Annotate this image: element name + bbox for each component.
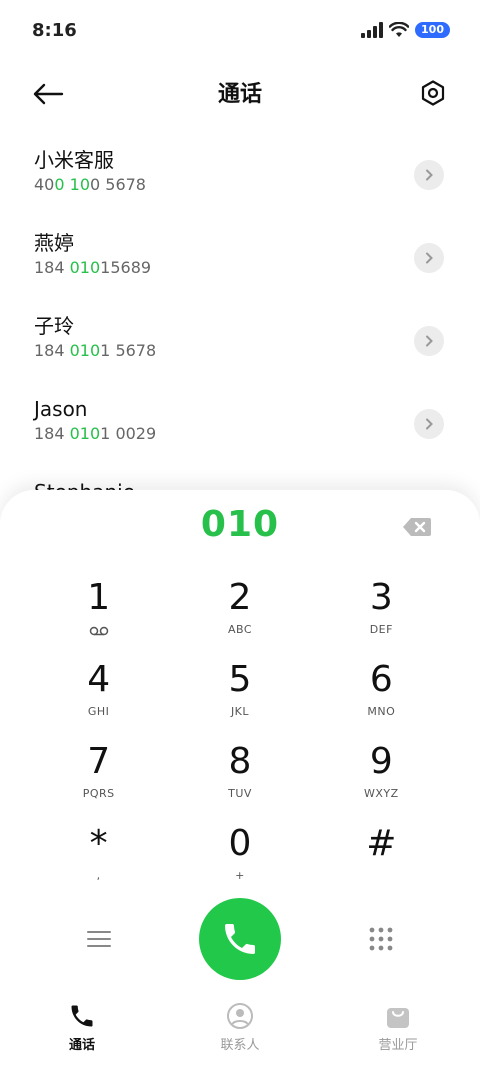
contact-row[interactable]: Jason 184 0101 0029 xyxy=(0,389,480,472)
menu-icon xyxy=(87,931,111,947)
keypad-toggle-button[interactable] xyxy=(368,926,394,952)
phone-icon xyxy=(225,924,255,954)
key-letters: TUV xyxy=(228,787,252,800)
key-digit: 4 xyxy=(87,659,111,700)
signal-icon xyxy=(361,22,384,38)
contact-number: 184 0101 0029 xyxy=(34,424,157,443)
nav-label: 营业厅 xyxy=(378,1038,418,1053)
voicemail-icon xyxy=(89,626,108,636)
contact-number: 184 01015689 xyxy=(34,258,152,277)
chevron-right-icon xyxy=(426,418,433,430)
dial-pad-panel: 010 1 2 ABC 3 DEF 4 GHI 5 JKL 6 MNO 7 PQ… xyxy=(0,490,480,1067)
key-4[interactable]: 4 GHI xyxy=(28,658,169,736)
bottom-nav: 通话 联系人 营业厅 xyxy=(0,1000,480,1067)
key-9[interactable]: 9 WXYZ xyxy=(311,740,452,818)
contact-name: 子玲 xyxy=(34,314,74,338)
key-digit: 3 xyxy=(369,577,393,618)
status-icons: 100 xyxy=(361,22,450,38)
contact-row[interactable]: 小米客服 400 100 5678 xyxy=(0,140,480,223)
status-bar: 8:16 100 xyxy=(0,0,480,60)
backspace-button[interactable] xyxy=(402,516,432,538)
key-digit: 0 xyxy=(228,823,252,864)
key-digit: 7 xyxy=(87,741,111,782)
contact-row[interactable]: 子玲 184 0101 5678 xyxy=(0,306,480,389)
contact-name: 小米客服 xyxy=(34,148,114,172)
key-letters: PQRS xyxy=(82,787,115,800)
key-letters: JKL xyxy=(230,705,250,718)
nav-contacts[interactable]: 联系人 xyxy=(190,1002,290,1053)
key-letters: WXYZ xyxy=(363,787,399,800)
key-8[interactable]: 8 TUV xyxy=(169,740,310,818)
chevron-right-icon xyxy=(426,169,433,181)
page-title: 通话 xyxy=(217,82,262,107)
call-button[interactable] xyxy=(199,898,281,980)
key-letters: ABC xyxy=(227,623,253,636)
phone-screen: 8:16 100 通话 小米客服 400 100 5678 燕婷 184 010… xyxy=(0,0,480,1067)
key-6[interactable]: 6 MNO xyxy=(311,658,452,736)
contact-number: 184 0101 5678 xyxy=(34,341,157,360)
backspace-icon xyxy=(403,518,431,536)
settings-icon xyxy=(421,80,445,106)
chevron-right-icon xyxy=(426,252,433,264)
key-digit: 5 xyxy=(228,659,252,700)
key-2[interactable]: 2 ABC xyxy=(169,576,310,654)
key-star[interactable]: * , xyxy=(28,822,169,900)
nav-label: 通话 xyxy=(68,1038,95,1053)
contact-detail-button[interactable] xyxy=(414,326,444,356)
key-letters: DEF xyxy=(369,623,393,636)
key-letters: , xyxy=(96,869,101,882)
nav-store[interactable]: 营业厅 xyxy=(348,1002,448,1053)
key-letters: + xyxy=(235,869,245,882)
key-letters: MNO xyxy=(367,705,396,718)
settings-button[interactable] xyxy=(416,76,450,110)
nav-label: 联系人 xyxy=(220,1038,260,1053)
dialpad-icon xyxy=(369,927,393,951)
contact-detail-button[interactable] xyxy=(414,243,444,273)
key-5[interactable]: 5 JKL xyxy=(169,658,310,736)
contact-detail-button[interactable] xyxy=(414,409,444,439)
contacts-icon xyxy=(227,1003,253,1029)
key-0[interactable]: 0 + xyxy=(169,822,310,900)
header: 通话 xyxy=(0,62,480,124)
key-digit: 9 xyxy=(369,741,393,782)
contact-row[interactable]: 燕婷 184 01015689 xyxy=(0,223,480,306)
key-digit: * xyxy=(89,823,108,864)
chevron-right-icon xyxy=(426,335,433,347)
key-7[interactable]: 7 PQRS xyxy=(28,740,169,818)
battery-badge: 100 xyxy=(415,22,450,38)
contact-name: Jason xyxy=(34,397,88,421)
phone-icon xyxy=(71,1005,93,1027)
key-hash[interactable]: # xyxy=(311,822,452,900)
key-digit: 8 xyxy=(228,741,252,782)
store-bag-icon xyxy=(387,1008,409,1028)
key-digit: # xyxy=(366,823,397,864)
nav-calls[interactable]: 通话 xyxy=(32,1002,132,1053)
key-3[interactable]: 3 DEF xyxy=(311,576,452,654)
contact-detail-button[interactable] xyxy=(414,160,444,190)
key-digit: 2 xyxy=(228,577,252,618)
contact-number: 400 100 5678 xyxy=(34,175,146,194)
keypad: 1 2 ABC 3 DEF 4 GHI 5 JKL 6 MNO 7 PQRS 8… xyxy=(28,576,452,900)
wifi-icon xyxy=(389,22,410,37)
status-time: 8:16 xyxy=(32,20,77,41)
contact-name: 燕婷 xyxy=(34,231,74,255)
key-digit: 1 xyxy=(87,577,111,618)
menu-button[interactable] xyxy=(86,928,112,950)
dial-actions xyxy=(0,898,480,980)
key-letters: GHI xyxy=(87,705,110,718)
key-1[interactable]: 1 xyxy=(28,576,169,654)
key-digit: 6 xyxy=(369,659,393,700)
